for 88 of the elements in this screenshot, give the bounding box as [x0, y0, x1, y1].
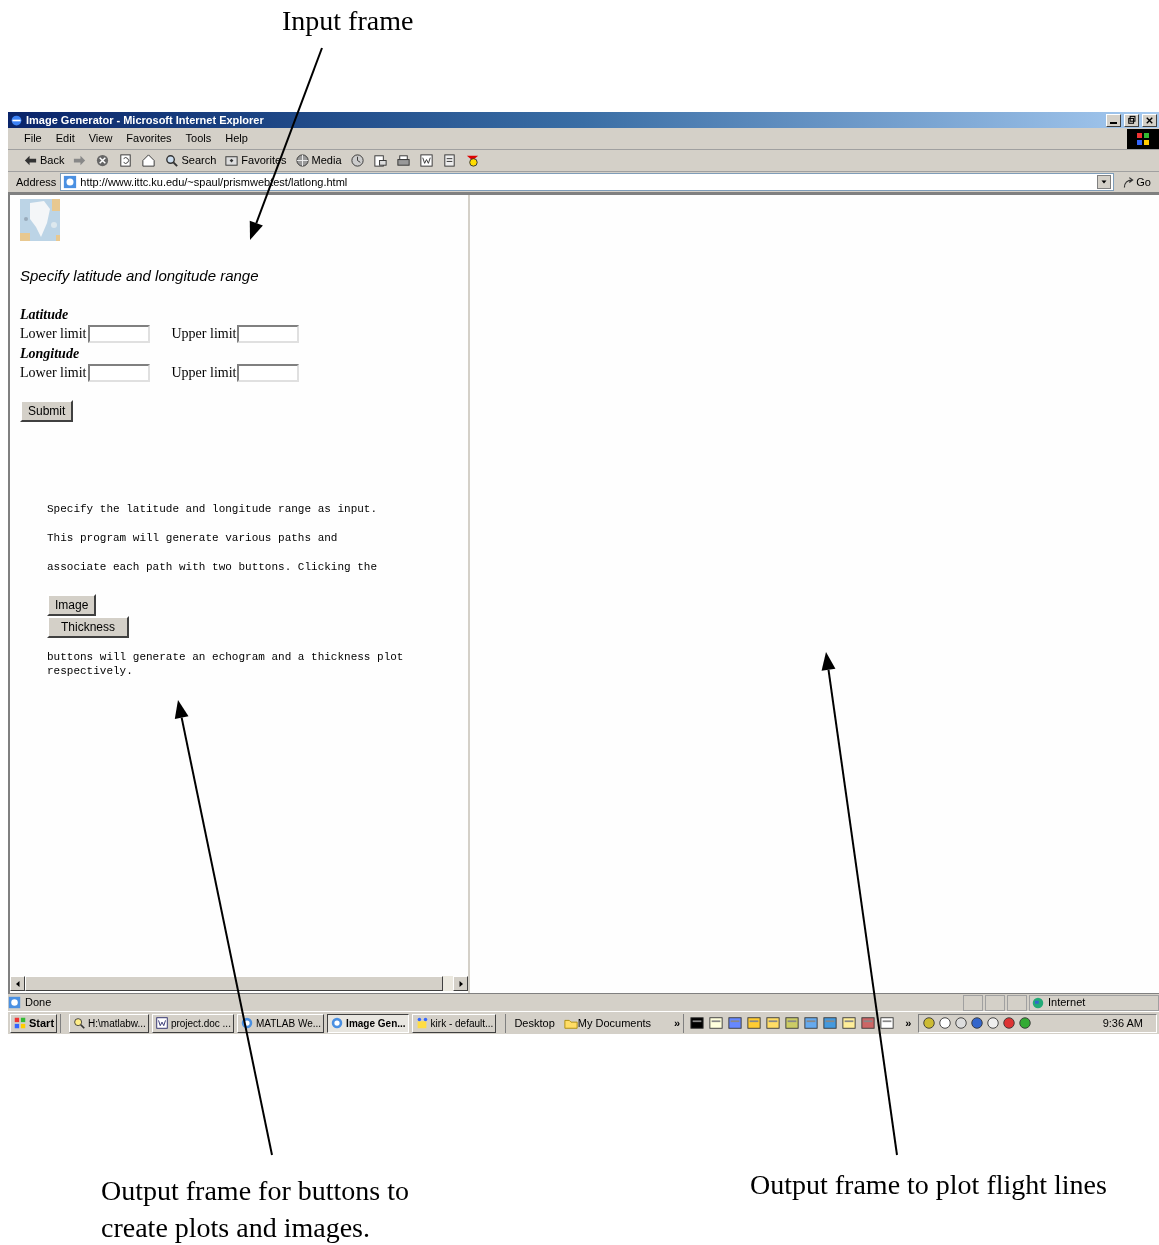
status-text: Done — [25, 995, 53, 1011]
action-button[interactable]: Image — [47, 593, 97, 616]
toolbar-button[interactable]: Back — [22, 150, 66, 171]
taskbar-button[interactable]: Image Gen... — [327, 1013, 409, 1033]
field-label: Upper limit — [171, 325, 237, 342]
field-label: Lower limit — [20, 325, 87, 342]
taskbar-button[interactable]: H:\matlabw... — [69, 1013, 149, 1033]
taskbar-button[interactable]: project.doc ... — [151, 1013, 234, 1033]
printer-icon — [395, 153, 411, 168]
taskbar-button[interactable]: kirk - default... — [411, 1013, 497, 1033]
clock-icon — [349, 153, 365, 168]
program-icon[interactable] — [690, 1016, 705, 1030]
minimize-icon — [1110, 122, 1117, 124]
menu-item[interactable]: Favorites — [126, 130, 172, 147]
back-arrow-icon — [23, 153, 38, 168]
menu-item[interactable]: Edit — [55, 130, 75, 147]
menu-item[interactable]: Help — [225, 130, 248, 147]
forward-arrow-icon — [72, 153, 88, 168]
text-line: Specify the latitude and longitude range as input. — [47, 501, 378, 516]
window-title: Image Generator - Microsoft Internet Explorer — [26, 113, 264, 127]
caret-icon — [1100, 178, 1109, 186]
field-label: Upper limit — [171, 364, 237, 381]
caption: Output frame for buttons to create plots and images. — [101, 1174, 410, 1245]
text-line: associate each path with two buttons. Clicking the — [47, 559, 378, 574]
text-line: This program will generate various paths and — [47, 530, 338, 545]
folder-icon — [224, 153, 240, 168]
stop-icon — [95, 153, 111, 168]
tray-icon[interactable] — [922, 1016, 937, 1030]
status-panel — [963, 994, 983, 1011]
group-label: Latitude — [20, 305, 69, 323]
windows-flag-icon — [1135, 130, 1151, 147]
refresh-icon — [118, 153, 134, 168]
submit-button[interactable]: Submit — [20, 399, 74, 422]
search-icon — [72, 1016, 87, 1030]
dropdown-button[interactable] — [1097, 175, 1112, 189]
text-paragraph: buttons will generate an echogram and a thickness plot respectively. — [47, 649, 404, 678]
chevron[interactable]: » — [674, 1014, 681, 1032]
restore-icon — [1126, 114, 1137, 126]
status-panel — [985, 994, 1005, 1011]
input-field[interactable] — [237, 324, 300, 343]
go-arrow-icon — [1122, 175, 1136, 189]
browser-icon — [10, 113, 23, 127]
tray-icon[interactable] — [970, 1016, 985, 1030]
globe-icon — [1032, 996, 1044, 1009]
field-label: Lower limit — [20, 364, 87, 381]
start-button[interactable]: Start — [10, 1013, 58, 1033]
input-field[interactable] — [237, 363, 300, 382]
tray-icon[interactable] — [986, 1016, 1001, 1030]
caption: Output frame to plot flight lines — [750, 1168, 1108, 1202]
clock: 9:36 AM — [1102, 1015, 1144, 1031]
browser-icon — [330, 1016, 345, 1030]
globe-icon — [294, 153, 310, 168]
toolbar-label[interactable]: Desktop — [514, 1014, 555, 1032]
address-label: Address — [16, 174, 57, 190]
group-label: Longitude — [20, 344, 80, 362]
note-icon — [441, 153, 457, 168]
tray-icon[interactable] — [1002, 1016, 1017, 1030]
form-heading: Specify latitude and longitude range — [20, 266, 259, 286]
go-button[interactable]: Go — [1118, 173, 1155, 191]
taskbar-button[interactable]: MATLAB We... — [236, 1013, 325, 1033]
browser-icon — [239, 1016, 254, 1030]
minimize-button[interactable] — [1106, 113, 1121, 127]
document-icon — [418, 153, 434, 168]
close-button[interactable] — [1142, 113, 1157, 127]
restore-button[interactable] — [1124, 113, 1139, 127]
zone-text: Internet — [1048, 995, 1086, 1011]
menu-item[interactable]: View — [88, 130, 113, 147]
action-button[interactable]: Thickness — [47, 615, 130, 638]
tray-icon[interactable] — [954, 1016, 969, 1030]
home-icon — [141, 153, 157, 168]
tray-icon[interactable] — [938, 1016, 953, 1030]
caption: Input frame — [282, 4, 414, 38]
menu-item[interactable]: Tools — [185, 130, 212, 147]
toolbar-button[interactable]: Media — [293, 150, 343, 171]
status-panel — [1007, 994, 1027, 1011]
program-icon[interactable] — [709, 1016, 724, 1030]
input-field[interactable] — [87, 324, 150, 343]
search-icon — [164, 153, 180, 168]
input-field[interactable] — [87, 363, 150, 382]
program-icon[interactable] — [880, 1016, 895, 1030]
tray-icon[interactable] — [1018, 1016, 1033, 1030]
chevron[interactable]: » — [905, 1014, 912, 1032]
menu-item[interactable]: File — [24, 130, 42, 147]
toolbar-button[interactable]: Search — [163, 150, 218, 171]
document-icon — [154, 1016, 169, 1030]
page-icon — [8, 996, 21, 1009]
windows-flag-icon — [13, 1016, 27, 1030]
toolbar-link[interactable]: My Documents — [563, 1014, 652, 1032]
